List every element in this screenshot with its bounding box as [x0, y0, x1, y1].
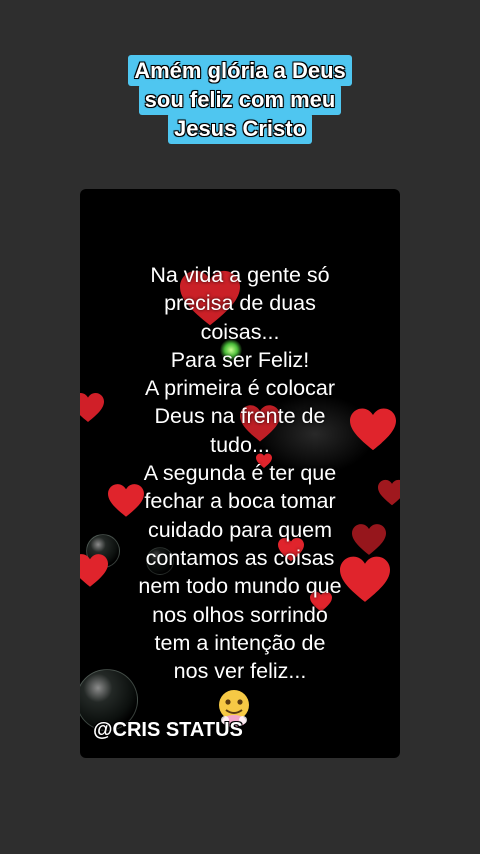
poem-line: A segunda é ter que: [143, 461, 337, 486]
poem-line: precisa de duas: [164, 291, 316, 316]
caption-line-3: Jesus Cristo: [167, 113, 313, 144]
poem-text: Na vida a gente só precisa de duas coisa…: [80, 261, 400, 685]
poem-line: tudo...: [210, 432, 270, 457]
watermark-handle: @CRIS STATUS: [93, 719, 243, 741]
poem-line: fechar a boca tomar: [144, 489, 336, 514]
poem-line: nem todo mundo que: [138, 574, 342, 599]
poem-line: coisas...: [200, 319, 280, 344]
poem-line: nos olhos sorrindo: [152, 602, 328, 627]
poem-line: Na vida a gente só: [150, 263, 330, 287]
poem-line: tem a intenção de: [154, 630, 326, 655]
poem-line: A primeira é colocar: [145, 376, 335, 401]
poem-line: Deus na frente de: [154, 404, 326, 429]
poem-line: contamos as coisas: [145, 545, 335, 570]
poem-line: nos ver feliz...: [173, 659, 307, 684]
poem-line: Para ser Feliz!: [170, 347, 310, 372]
caption-title: Amém glória a Deus sou feliz com meu Jes…: [0, 55, 480, 144]
caption-line-2: sou feliz com meu: [138, 84, 342, 115]
video-player[interactable]: Na vida a gente só precisa de duas coisa…: [80, 189, 400, 758]
poem-line: cuidado para quem: [147, 517, 333, 542]
caption-line-1: Amém glória a Deus: [128, 55, 352, 86]
